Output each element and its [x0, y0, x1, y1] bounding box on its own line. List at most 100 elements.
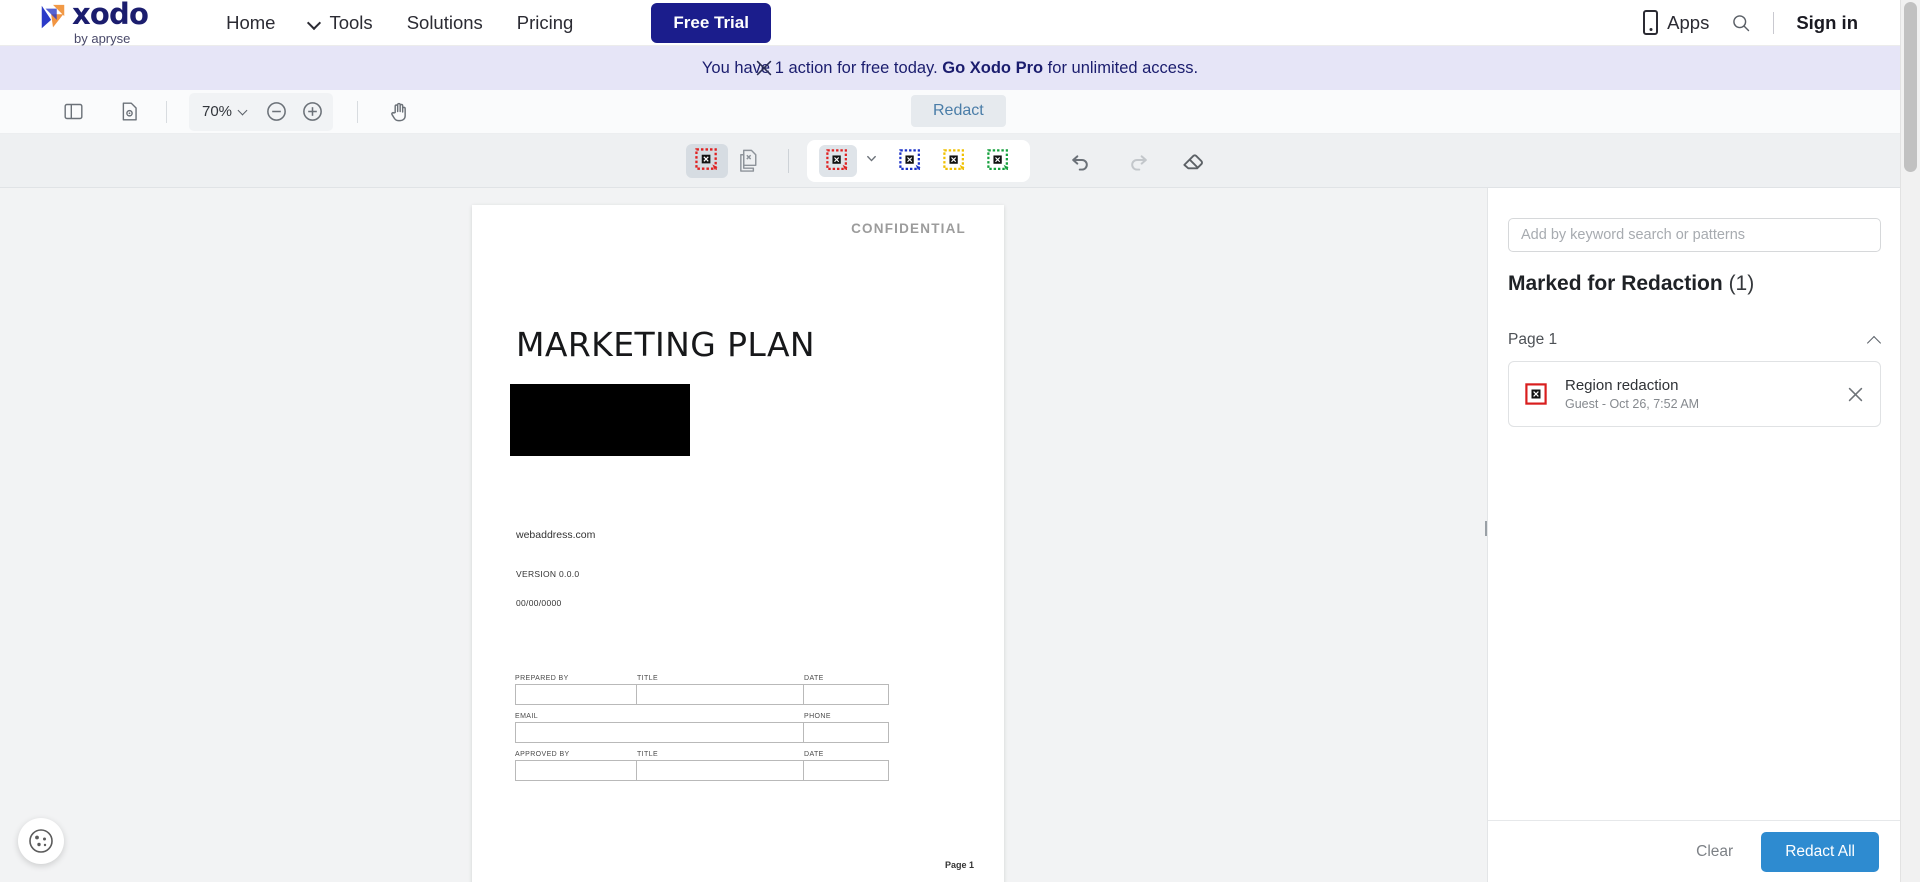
field-label: PREPARED BY: [515, 675, 569, 682]
redaction-style-dropdown-button[interactable]: [865, 152, 878, 170]
field-input[interactable]: [804, 760, 889, 781]
chevron-down-icon: [239, 107, 248, 116]
field-input[interactable]: [804, 684, 889, 705]
redo-icon: [1130, 155, 1147, 171]
clear-button[interactable]: Clear: [1682, 834, 1747, 870]
apps-button[interactable]: Apps: [1643, 10, 1709, 35]
close-icon[interactable]: [1847, 386, 1864, 403]
document-title: MARKETING PLAN: [516, 325, 816, 364]
chevron-down-icon: [867, 155, 876, 162]
toolrow-divider: [788, 148, 789, 173]
nav-item-tools[interactable]: Tools: [309, 12, 372, 34]
nav-item-pricing[interactable]: Pricing: [517, 12, 574, 34]
redact-all-button[interactable]: Redact All: [1761, 831, 1879, 872]
keyword-search-input[interactable]: [1508, 218, 1881, 252]
table-row: APPROVED BY TITLE DATE: [515, 751, 975, 781]
pdf-page-1[interactable]: CONFIDENTIAL MARKETING PLAN BUSINESS NAM…: [472, 205, 1004, 882]
cookie-consent-button[interactable]: [18, 818, 64, 864]
field-label: TITLE: [637, 751, 659, 758]
sign-in-button[interactable]: Sign in: [1796, 12, 1858, 34]
nav-item-solutions-label: Solutions: [406, 11, 483, 33]
zoom-control-group: 70%: [189, 92, 334, 131]
nav-right-group: Apps Sign in: [1643, 10, 1858, 35]
page-redaction-icon: [739, 149, 756, 172]
free-trial-button[interactable]: Free Trial: [651, 2, 771, 43]
document-viewport[interactable]: CONFIDENTIAL MARKETING PLAN BUSINESS NAM…: [0, 188, 1487, 882]
search-icon[interactable]: [1731, 13, 1751, 33]
tab-redact[interactable]: Redact: [911, 95, 1006, 127]
redo-button[interactable]: [1116, 144, 1158, 178]
redaction-panel-footer: Clear Redact All: [1488, 820, 1901, 882]
promo-suffix: for unlimited access.: [1043, 58, 1199, 77]
region-redaction-tool-button[interactable]: [686, 143, 728, 178]
field-email: EMAIL: [515, 713, 804, 743]
field-input[interactable]: [804, 722, 889, 743]
zoom-in-icon: [302, 102, 322, 121]
main-content-area: CONFIDENTIAL MARKETING PLAN BUSINESS NAM…: [0, 188, 1901, 882]
zoom-out-button[interactable]: [259, 95, 293, 129]
close-icon[interactable]: [753, 57, 775, 79]
eraser-icon: [1182, 154, 1203, 170]
nav-divider: [1773, 11, 1775, 34]
nav-item-pricing-label: Pricing: [516, 11, 574, 33]
list-item-text: Region redaction Guest - Oct 26, 7:52 AM: [1565, 377, 1847, 412]
redaction-style-green-button[interactable]: [980, 145, 1018, 177]
field-input[interactable]: [515, 684, 637, 705]
field-input[interactable]: [515, 760, 637, 781]
apps-label: Apps: [1667, 11, 1710, 33]
redaction-yellow-icon: [943, 148, 965, 170]
document-page-footer: Page 1: [944, 860, 974, 870]
nav-item-tools-label: Tools: [329, 11, 373, 33]
page-redaction-tool-button[interactable]: [728, 144, 770, 178]
toolbar-divider: [166, 100, 167, 123]
field-label: TITLE: [637, 675, 659, 682]
xodo-pdf-editor-app: xodo by apryse Home Tools Solutions Pric…: [0, 0, 1920, 882]
logo-tagline: by apryse: [74, 31, 131, 46]
redaction-style-red-button[interactable]: [819, 144, 857, 177]
table-row: EMAIL PHONE: [515, 713, 975, 743]
zoom-level-dropdown[interactable]: 70%: [193, 103, 257, 120]
logo-wordmark: xodo: [72, 0, 149, 31]
nav-item-home[interactable]: Home: [226, 12, 275, 34]
marked-for-redaction-count: (1): [1728, 272, 1755, 295]
primary-nav-links: Home Tools Solutions Pricing Free Trial: [226, 2, 771, 43]
page-group-label: Page 1: [1508, 331, 1558, 348]
history-tool-group: [1060, 144, 1214, 178]
field-title-2: TITLE: [637, 751, 804, 781]
field-date-1: DATE: [804, 675, 889, 705]
list-item[interactable]: Region redaction Guest - Oct 26, 7:52 AM: [1508, 361, 1881, 427]
page-group-header[interactable]: Page 1: [1508, 331, 1881, 349]
nav-item-home-label: Home: [226, 11, 276, 33]
pan-tool-button[interactable]: [382, 95, 416, 129]
scrollbar-thumb[interactable]: [1904, 2, 1917, 172]
zoom-in-button[interactable]: [295, 95, 329, 129]
document-version: VERSION 0.0.0: [516, 569, 580, 579]
page-settings-button[interactable]: [112, 95, 146, 129]
field-label: PHONE: [804, 713, 831, 720]
region-redaction-icon: [694, 148, 718, 171]
page-vertical-scrollbar[interactable]: [1900, 0, 1920, 882]
marked-for-redaction-heading: Marked for Redaction (1): [1508, 272, 1754, 296]
nav-item-solutions[interactable]: Solutions: [407, 12, 483, 34]
field-input[interactable]: [515, 722, 804, 743]
eraser-button[interactable]: [1172, 144, 1214, 178]
promo-link-go-xodo-pro[interactable]: Go Xodo Pro: [942, 59, 1043, 77]
redaction-blue-icon: [899, 148, 921, 170]
mobile-phone-icon: [1643, 10, 1659, 35]
field-input[interactable]: [637, 684, 804, 705]
redaction-style-blue-button[interactable]: [892, 145, 930, 177]
redaction-style-yellow-button[interactable]: [936, 145, 974, 177]
region-redaction-icon: [1525, 383, 1547, 405]
chevron-down-icon: [309, 17, 320, 28]
field-label: EMAIL: [515, 713, 539, 720]
panel-toggle-icon: [63, 103, 83, 120]
xodo-logo[interactable]: xodo by apryse: [38, 0, 149, 46]
field-input[interactable]: [637, 760, 804, 781]
sidebar-panel-toggle-button[interactable]: [56, 95, 90, 129]
field-label: DATE: [804, 751, 824, 758]
redaction-side-panel: Marked for Redaction (1) Page 1 Region r…: [1487, 188, 1901, 882]
zoom-out-icon: [266, 102, 286, 121]
undo-button[interactable]: [1060, 144, 1102, 178]
applied-redaction-box[interactable]: [510, 384, 690, 456]
document-confidential-stamp: CONFIDENTIAL: [851, 221, 966, 236]
